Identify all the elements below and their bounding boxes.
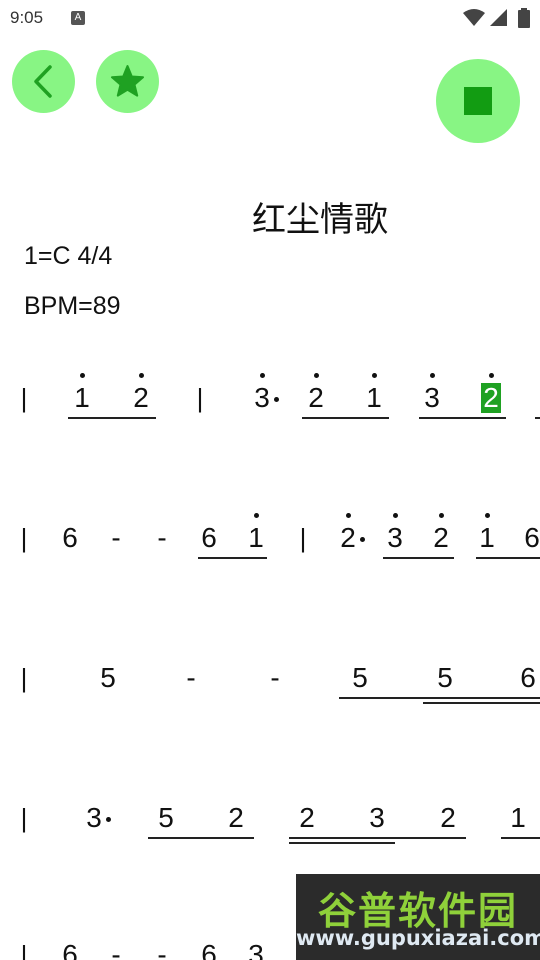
beam-underline xyxy=(501,837,540,839)
barline: | xyxy=(20,523,28,553)
octave-dot xyxy=(485,513,490,518)
note: 3 xyxy=(254,382,270,413)
augmentation-dot xyxy=(360,537,365,542)
beam-underline xyxy=(423,702,540,704)
note: 1 xyxy=(479,522,495,553)
octave-dot xyxy=(80,373,85,378)
watermark-url: www.gupuxiazai.com xyxy=(296,926,540,950)
note: 2 xyxy=(299,802,315,833)
barline: | xyxy=(196,383,204,413)
note: 3 xyxy=(248,939,264,960)
note: 3 xyxy=(424,382,440,413)
beam-underline xyxy=(198,557,267,559)
note: 2 xyxy=(340,522,356,553)
note-sustain: - xyxy=(111,522,121,553)
note: 5 xyxy=(437,662,453,693)
augmentation-dot xyxy=(274,397,279,402)
music-score: | 1 2 | 3 2 1 3 2 | 6- -6 1 | 2 3 2 1 6 | 5- -5 5 6 | 3 5 2 2 3 2 1 | 6- -… xyxy=(0,0,540,960)
note: 5 xyxy=(158,802,174,833)
note: 6 xyxy=(62,522,78,553)
beam-underline xyxy=(383,557,454,559)
note: 3 xyxy=(387,522,403,553)
note: 6 xyxy=(201,939,217,960)
octave-dot xyxy=(430,373,435,378)
beam-underline xyxy=(68,417,156,419)
note: 6 xyxy=(201,522,217,553)
beam-underline xyxy=(419,417,506,419)
beam-underline xyxy=(476,557,540,559)
note: 2 xyxy=(308,382,324,413)
note-sustain: - xyxy=(111,939,121,960)
note: 1 xyxy=(510,802,526,833)
note: 2 xyxy=(433,522,449,553)
barline: | xyxy=(20,940,28,960)
note-sustain: - xyxy=(186,662,196,693)
note-sustain: - xyxy=(157,939,167,960)
note: 5 xyxy=(352,662,368,693)
note: 1 xyxy=(74,382,90,413)
note: 1 xyxy=(366,382,382,413)
note: 2 xyxy=(440,802,456,833)
note: 1 xyxy=(248,522,264,553)
octave-dot xyxy=(314,373,319,378)
barline: | xyxy=(20,803,28,833)
octave-dot xyxy=(254,513,259,518)
note: 3 xyxy=(369,802,385,833)
octave-dot xyxy=(139,373,144,378)
barline: | xyxy=(20,383,28,413)
octave-dot xyxy=(489,373,494,378)
note: 6 xyxy=(524,522,540,553)
beam-underline xyxy=(339,697,540,699)
octave-dot xyxy=(439,513,444,518)
note: 3 xyxy=(86,802,102,833)
note: 6 xyxy=(520,662,536,693)
octave-dot xyxy=(260,373,265,378)
note-sustain: - xyxy=(270,662,280,693)
octave-dot xyxy=(372,373,377,378)
note: 2 xyxy=(133,382,149,413)
note: 2 xyxy=(228,802,244,833)
note-current: 2 xyxy=(481,383,501,413)
beam-underline xyxy=(148,837,254,839)
beam-underline xyxy=(302,417,389,419)
augmentation-dot xyxy=(106,817,111,822)
beam-underline xyxy=(535,417,540,419)
octave-dot xyxy=(393,513,398,518)
note-sustain: - xyxy=(157,522,167,553)
watermark: 谷普软件园 www.gupuxiazai.com xyxy=(296,874,540,960)
note: 6 xyxy=(62,939,78,960)
beam-underline xyxy=(289,837,466,839)
beam-underline xyxy=(289,842,395,844)
barline: | xyxy=(299,523,307,553)
note: 5 xyxy=(100,662,116,693)
barline: | xyxy=(20,663,28,693)
octave-dot xyxy=(346,513,351,518)
